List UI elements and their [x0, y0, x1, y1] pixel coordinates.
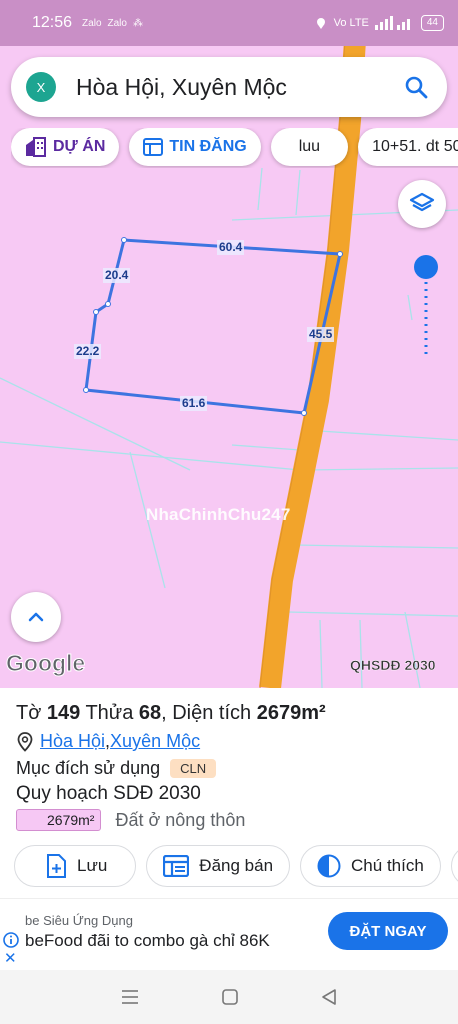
plan-row: 2679m² Đất ở nông thôn: [16, 809, 442, 831]
save-label: Lưu: [77, 856, 108, 875]
plan-title: Quy hoạch SDĐ 2030: [16, 783, 201, 804]
title-prefix: Tờ: [16, 702, 47, 724]
parcel-number: 68: [138, 702, 162, 724]
google-logo: Google: [5, 650, 86, 677]
network-label: Vo LTE: [333, 17, 369, 29]
legend-button[interactable]: Chú thích: [300, 845, 441, 887]
action-buttons: Lưu Đăng bán Chú thích: [0, 845, 458, 889]
ad-headline: beFood đãi to combo gà chỉ 86K: [25, 931, 270, 950]
measure-label-upper-left: 20.4: [103, 268, 131, 283]
system-nav-bar: [0, 970, 458, 1024]
plan-desc: Đất ở nông thôn: [115, 809, 246, 830]
watermark: NhaChinhChu247: [146, 505, 291, 524]
measure-label-right: 45.5: [307, 327, 335, 342]
ad-banner[interactable]: ✕ be Siêu Ứng Dụng beFood đãi to combo g…: [0, 898, 458, 970]
layers-button[interactable]: [398, 180, 446, 228]
parcel-title: Tờ 149 Thửa 68, Diện tích 2679m²: [16, 702, 442, 725]
zalo-icon-2: Zalo: [107, 17, 127, 29]
filter-chips: DỰ ÁN TIN ĐĂNG luu 10+51. dt 50: [11, 128, 458, 168]
add-file-icon: [47, 854, 66, 878]
close-search-button[interactable]: X: [26, 72, 56, 102]
measure-label-left: 22.2: [74, 344, 102, 359]
expand-up-button[interactable]: [11, 592, 61, 642]
search-bar[interactable]: X Hòa Hội, Xuyên Mộc: [11, 57, 447, 117]
post-sale-button[interactable]: Đăng bán: [146, 845, 291, 887]
title-area-label: , Diện tích: [161, 702, 257, 724]
listing-icon: [143, 138, 164, 156]
chip-saved-filter[interactable]: 10+51. dt 50: [358, 128, 458, 166]
chip-tin-dang[interactable]: TIN ĐĂNG: [129, 128, 261, 166]
legend-label: Chú thích: [351, 856, 424, 875]
chevron-up-icon: [28, 612, 44, 622]
purpose-row: Mục đích sử dụng CLN: [16, 758, 442, 779]
parcel-location: Hòa Hội, Xuyên Mộc: [16, 731, 442, 752]
ad-close-icon[interactable]: ✕: [4, 949, 17, 967]
notification-icon: ⁂: [132, 17, 143, 29]
back-icon[interactable]: [320, 988, 338, 1006]
listing-icon: [163, 855, 190, 877]
info-icon[interactable]: [3, 932, 19, 948]
search-icon[interactable]: [403, 74, 429, 100]
measure-label-bottom: 61.6: [180, 396, 208, 411]
signal-icon: [374, 16, 410, 30]
chip-label: DỰ ÁN: [53, 138, 106, 155]
plan-area-chip: 2679m²: [16, 809, 102, 831]
chip-label: TIN ĐĂNG: [169, 138, 247, 155]
map-pin-icon: [17, 731, 33, 752]
home-icon[interactable]: [221, 988, 239, 1006]
contrast-icon: [317, 854, 341, 878]
chip-label: 10+51. dt 50: [372, 138, 458, 155]
search-query[interactable]: Hòa Hội, Xuyên Mộc: [76, 74, 287, 101]
layers-icon: [409, 192, 435, 212]
ad-cta-button[interactable]: ĐẶT NGAY: [328, 912, 448, 950]
plan-layer-label: QHSDĐ 2030: [350, 657, 436, 673]
status-bar: 12:56 Zalo Zalo ⁂ Vo LTE 44: [0, 0, 458, 46]
save-button[interactable]: Lưu: [14, 845, 137, 887]
more-button[interactable]: [450, 845, 458, 887]
zalo-icon: Zalo: [82, 17, 102, 29]
title-mid: Thửa: [80, 702, 139, 724]
post-sale-label: Đăng bán: [199, 856, 274, 875]
chip-luu[interactable]: luu: [270, 128, 349, 166]
building-icon: [26, 137, 46, 157]
chip-label: luu: [298, 138, 321, 155]
purpose-label: Mục đích sử dụng: [16, 758, 161, 778]
recents-icon[interactable]: [120, 988, 140, 1006]
ad-sponsor: be Siêu Ứng Dụng: [25, 913, 133, 928]
slider-track: [414, 255, 438, 354]
purpose-code-badge: CLN: [170, 759, 217, 778]
location-icon: [316, 18, 325, 29]
parcel-area: 2679m²: [256, 702, 326, 724]
measure-label-top: 60.4: [217, 240, 245, 255]
ward-link[interactable]: Hòa Hội: [40, 731, 105, 752]
battery-indicator: 44: [420, 15, 444, 31]
status-time: 12:56: [32, 14, 73, 31]
opacity-slider[interactable]: [412, 254, 440, 358]
chip-du-an[interactable]: DỰ ÁN: [11, 128, 120, 166]
district-link[interactable]: Xuyên Mộc: [110, 731, 200, 752]
sheet-number: 149: [46, 702, 81, 724]
